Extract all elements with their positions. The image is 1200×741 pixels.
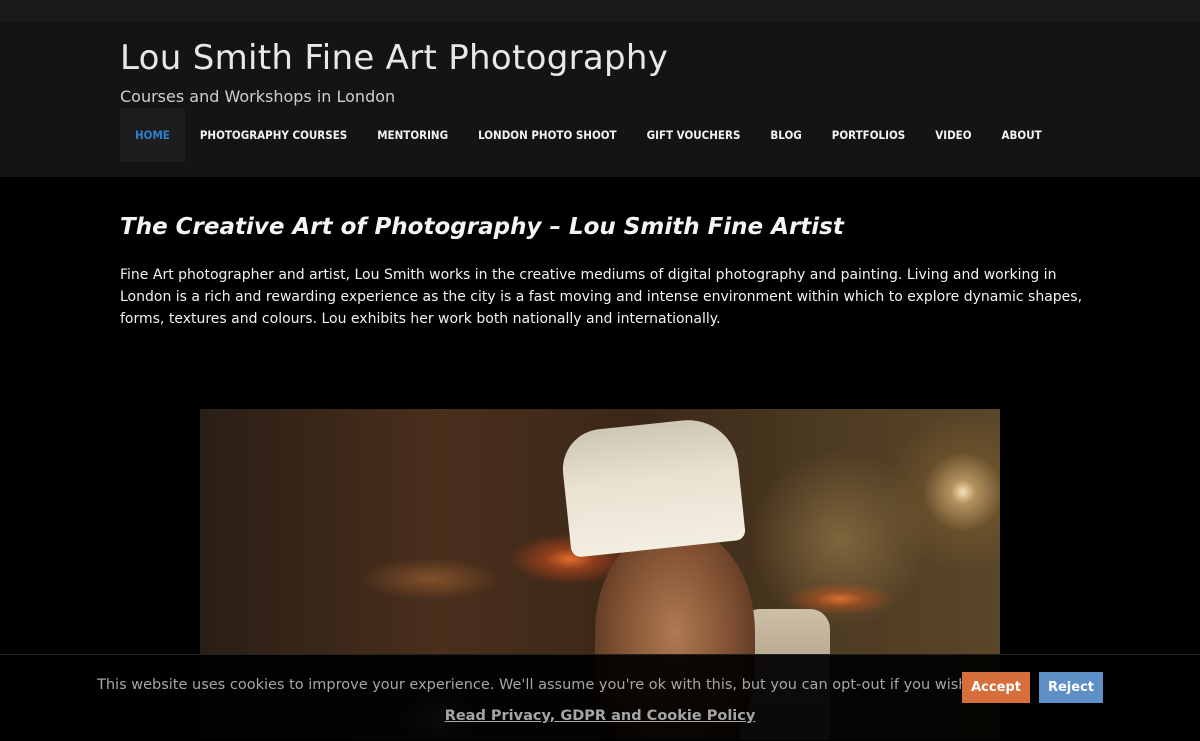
top-strip — [0, 0, 1200, 22]
nav-item-home[interactable]: HOME — [120, 108, 185, 162]
cookie-message: This website uses cookies to improve you… — [97, 677, 973, 693]
main-nav: HOME PHOTOGRAPHY COURSES MENTORING LONDO… — [120, 108, 1057, 162]
photo-chef-hat — [558, 415, 747, 558]
nav-item-about[interactable]: ABOUT — [987, 108, 1057, 162]
nav-item-portfolios[interactable]: PORTFOLIOS — [817, 108, 920, 162]
nav-item-blog[interactable]: BLOG — [755, 108, 816, 162]
nav-item-mentoring[interactable]: MENTORING — [362, 108, 463, 162]
site-tagline: Courses and Workshops in London — [120, 87, 396, 106]
accept-button[interactable]: Accept — [962, 672, 1030, 703]
privacy-policy-link[interactable]: Read Privacy, GDPR and Cookie Policy — [0, 708, 1200, 724]
intro-paragraph: Fine Art photographer and artist, Lou Sm… — [120, 267, 1083, 327]
page-heading: The Creative Art of Photography – Lou Sm… — [120, 214, 844, 240]
cookie-consent-bar: This website uses cookies to improve you… — [0, 654, 1200, 741]
reject-button[interactable]: Reject — [1039, 672, 1103, 703]
nav-item-gift-vouchers[interactable]: GIFT VOUCHERS — [632, 108, 756, 162]
nav-item-video[interactable]: VIDEO — [920, 108, 986, 162]
site-title[interactable]: Lou Smith Fine Art Photography — [120, 38, 668, 78]
nav-item-london-photo-shoot[interactable]: LONDON PHOTO SHOOT — [463, 108, 632, 162]
nav-item-photography-courses[interactable]: PHOTOGRAPHY COURSES — [185, 108, 362, 162]
